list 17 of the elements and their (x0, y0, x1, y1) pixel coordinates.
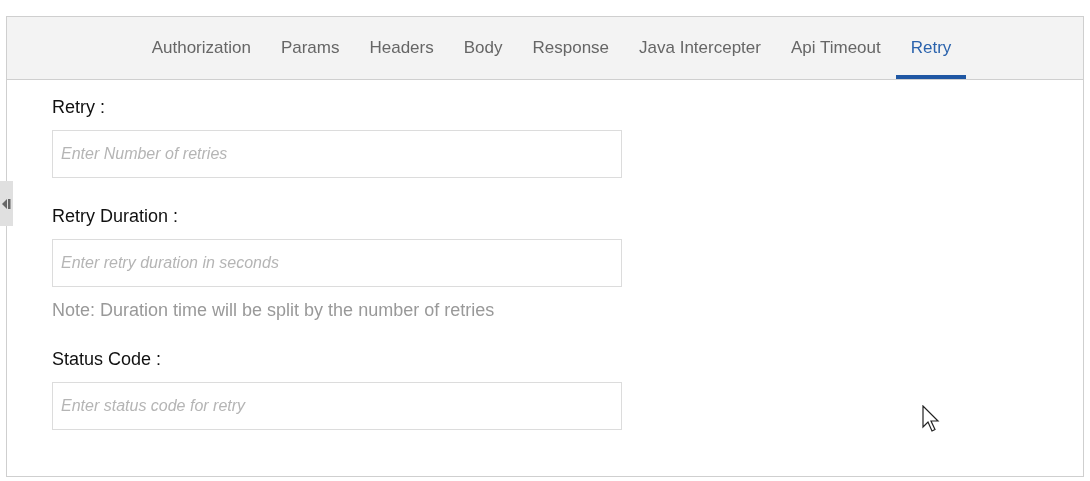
tab[interactable]: Headers (354, 17, 449, 79)
field-label: Status Code : (52, 349, 163, 370)
field-label: Retry : (52, 97, 106, 118)
collapse-handle[interactable] (0, 181, 13, 226)
tab[interactable]: Params (265, 17, 355, 79)
input-field[interactable]: Enter status code for retry (52, 382, 622, 430)
tab[interactable]: Api Timeout (775, 17, 896, 79)
tab[interactable]: Java Intercepter (624, 17, 776, 79)
note-text: Note: Duration time will be split by the number of retries (52, 300, 496, 321)
input-field[interactable]: Enter retry duration in seconds (52, 239, 622, 287)
tab[interactable]: Body (448, 17, 518, 79)
tab[interactable]: Response (517, 17, 625, 79)
field-label: Retry Duration : (52, 206, 180, 227)
tab[interactable]: Retry (895, 17, 967, 79)
collapse-icon (2, 197, 11, 210)
input-field[interactable]: Enter Number of retries (52, 130, 622, 178)
tab[interactable]: Authorization (136, 17, 266, 79)
